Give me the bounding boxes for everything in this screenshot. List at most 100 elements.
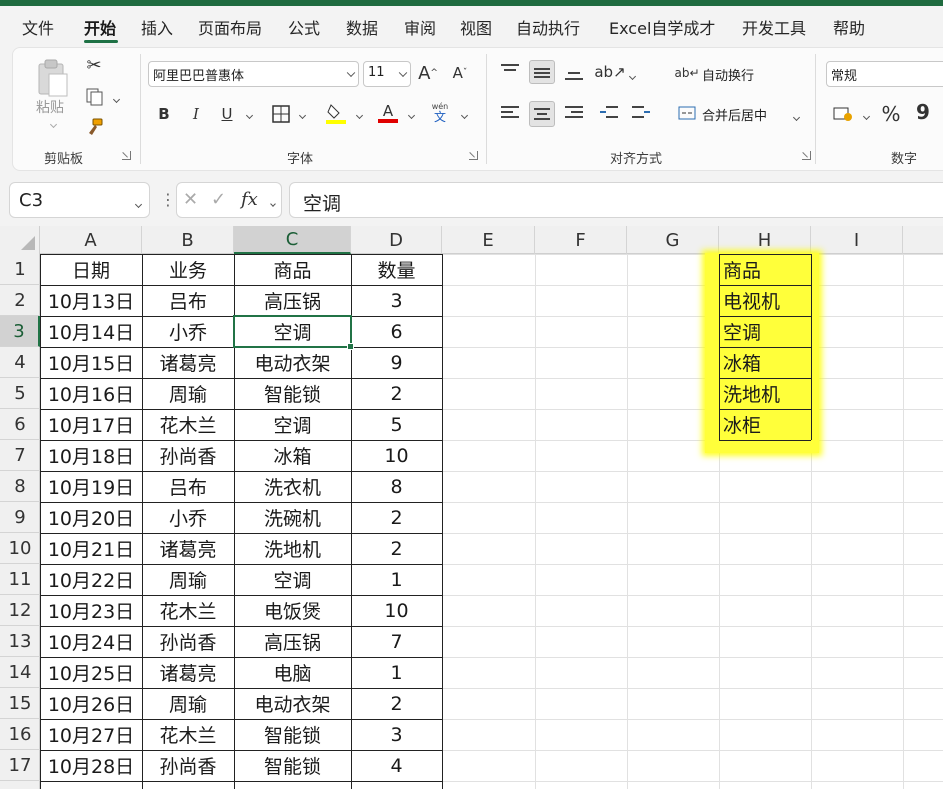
table-cell[interactable]: 10月14日 bbox=[40, 316, 142, 347]
table-cell[interactable]: 智能锁 bbox=[234, 719, 351, 750]
function-dropdown-icon[interactable] bbox=[267, 194, 276, 213]
table-cell[interactable]: 3 bbox=[351, 285, 442, 316]
column-header-i[interactable]: I bbox=[811, 226, 903, 254]
orientation-dropdown-icon[interactable] bbox=[626, 67, 637, 86]
font-name-dropdown[interactable]: 阿里巴巴普惠体 bbox=[148, 61, 359, 87]
table-cell[interactable]: 诸葛亮 bbox=[142, 347, 234, 378]
table-cell[interactable]: 4 bbox=[351, 750, 442, 781]
merge-center-button[interactable]: 合并后居中 bbox=[702, 105, 767, 124]
table-cell[interactable]: 花木兰 bbox=[142, 595, 234, 626]
bottom-align-icon[interactable] bbox=[565, 66, 583, 80]
align-right-icon[interactable] bbox=[565, 106, 583, 120]
comma-style-button[interactable]: 9 bbox=[914, 100, 932, 124]
table-cell[interactable]: 洗碗机 bbox=[234, 502, 351, 533]
column-header-c[interactable]: C bbox=[234, 226, 351, 254]
accounting-dropdown-icon[interactable] bbox=[860, 107, 871, 126]
table-cell[interactable]: 智能锁 bbox=[234, 750, 351, 781]
clipboard-launcher-icon[interactable] bbox=[122, 151, 131, 160]
lookup-cell[interactable]: 洗地机 bbox=[719, 378, 811, 409]
table-header-cell[interactable]: 业务 bbox=[142, 254, 234, 285]
formula-input[interactable]: 空调 bbox=[289, 182, 943, 218]
accounting-format-icon[interactable] bbox=[832, 103, 854, 125]
increase-indent-icon[interactable] bbox=[632, 106, 650, 120]
tab-formulas[interactable]: 公式 bbox=[288, 15, 320, 39]
table-cell[interactable]: 10月18日 bbox=[40, 440, 142, 471]
tab-home[interactable]: 开始 bbox=[84, 15, 116, 39]
underline-button[interactable]: U bbox=[217, 102, 237, 126]
shrink-font-icon[interactable]: Aˇ bbox=[448, 60, 472, 86]
lookup-header-cell[interactable]: 商品 bbox=[719, 254, 811, 285]
wrap-text-button[interactable]: 自动换行 bbox=[702, 65, 754, 84]
table-cell[interactable]: 空调 bbox=[234, 409, 351, 440]
font-color-icon[interactable]: A bbox=[376, 100, 400, 126]
row-header-7[interactable]: 7 bbox=[0, 440, 40, 471]
table-cell[interactable]: 洗衣机 bbox=[234, 471, 351, 502]
table-cell[interactable]: 周瑜 bbox=[142, 688, 234, 719]
tab-review[interactable]: 审阅 bbox=[404, 15, 436, 39]
row-header-10[interactable]: 10 bbox=[0, 533, 40, 564]
table-cell[interactable]: 10月16日 bbox=[40, 378, 142, 409]
fill-color-icon[interactable] bbox=[324, 100, 348, 126]
copy-icon[interactable] bbox=[82, 86, 108, 108]
worksheet-grid[interactable]: A B C D E F G H I 1 2 3 4 5 6 7 8 9 10 11 12 13 14 15 16 17 日期 业务 商品… bbox=[0, 226, 943, 789]
table-cell[interactable]: 2 bbox=[351, 502, 442, 533]
table-cell[interactable]: 2 bbox=[351, 378, 442, 409]
orientation-icon[interactable]: ab↗ bbox=[594, 60, 625, 84]
cut-icon[interactable]: ✂ bbox=[84, 54, 104, 76]
table-cell[interactable]: 吕布 bbox=[142, 285, 234, 316]
grow-font-icon[interactable]: A ^ bbox=[416, 60, 440, 86]
lookup-cell[interactable]: 冰柜 bbox=[719, 409, 811, 440]
paste-label[interactable]: 粘贴 bbox=[36, 97, 64, 117]
row-header-8[interactable]: 8 bbox=[0, 471, 40, 502]
table-cell[interactable]: 10月15日 bbox=[40, 347, 142, 378]
table-cell[interactable]: 空调 bbox=[234, 316, 351, 347]
table-cell[interactable]: 孙尚香 bbox=[142, 626, 234, 657]
lookup-cell[interactable]: 电视机 bbox=[719, 285, 811, 316]
merge-center-icon[interactable] bbox=[677, 104, 697, 122]
tab-file[interactable]: 文件 bbox=[22, 15, 54, 39]
alignment-launcher-icon[interactable] bbox=[802, 151, 811, 160]
select-all-button[interactable] bbox=[0, 226, 40, 254]
row-header-4[interactable]: 4 bbox=[0, 347, 40, 378]
phonetic-dropdown-icon[interactable] bbox=[458, 106, 469, 125]
table-cell[interactable]: 2 bbox=[351, 688, 442, 719]
table-cell[interactable]: 9 bbox=[351, 347, 442, 378]
table-header-cell[interactable]: 数量 bbox=[351, 254, 442, 285]
bold-button[interactable]: B bbox=[154, 102, 174, 126]
wrap-text-icon[interactable]: ab↵ bbox=[674, 63, 699, 83]
table-cell[interactable]: 洗地机 bbox=[234, 533, 351, 564]
font-color-dropdown-icon[interactable] bbox=[405, 106, 416, 125]
column-header-a[interactable]: A bbox=[40, 226, 142, 254]
table-cell[interactable]: 小乔 bbox=[142, 316, 234, 347]
copy-dropdown-icon[interactable] bbox=[110, 90, 121, 109]
phonetic-guide-icon[interactable]: wén 文 bbox=[428, 100, 452, 126]
tab-automate[interactable]: 自动执行 bbox=[516, 15, 580, 39]
table-cell[interactable]: 10月17日 bbox=[40, 409, 142, 440]
table-cell[interactable]: 小乔 bbox=[142, 502, 234, 533]
table-cell[interactable]: 10月13日 bbox=[40, 285, 142, 316]
insert-function-button[interactable]: fx bbox=[241, 189, 258, 210]
table-cell[interactable]: 10月25日 bbox=[40, 657, 142, 688]
paste-icon[interactable] bbox=[30, 56, 76, 100]
fill-color-dropdown-icon[interactable] bbox=[353, 106, 364, 125]
table-cell[interactable]: 1 bbox=[351, 657, 442, 688]
tab-data[interactable]: 数据 bbox=[346, 15, 378, 39]
lookup-cell[interactable]: 冰箱 bbox=[719, 347, 811, 378]
tab-view[interactable]: 视图 bbox=[460, 15, 492, 39]
column-header-b[interactable]: B bbox=[142, 226, 234, 254]
table-cell[interactable]: 智能锁 bbox=[234, 378, 351, 409]
table-cell[interactable]: 孙尚香 bbox=[142, 440, 234, 471]
tab-page-layout[interactable]: 页面布局 bbox=[198, 15, 262, 39]
lookup-cell[interactable]: 空调 bbox=[719, 316, 811, 347]
tab-excel-self-study[interactable]: Excel自学成才 bbox=[609, 15, 715, 39]
align-left-icon[interactable] bbox=[501, 106, 519, 120]
column-header-h[interactable]: H bbox=[719, 226, 811, 254]
table-cell[interactable]: 10月20日 bbox=[40, 502, 142, 533]
tab-insert[interactable]: 插入 bbox=[141, 15, 173, 39]
table-cell[interactable]: 诸葛亮 bbox=[142, 533, 234, 564]
table-cell[interactable]: 电脑 bbox=[234, 657, 351, 688]
tab-developer[interactable]: 开发工具 bbox=[742, 15, 806, 39]
confirm-edit-button[interactable]: ✓ bbox=[211, 189, 226, 210]
table-cell[interactable]: 电动衣架 bbox=[234, 688, 351, 719]
column-header-d[interactable]: D bbox=[351, 226, 442, 254]
